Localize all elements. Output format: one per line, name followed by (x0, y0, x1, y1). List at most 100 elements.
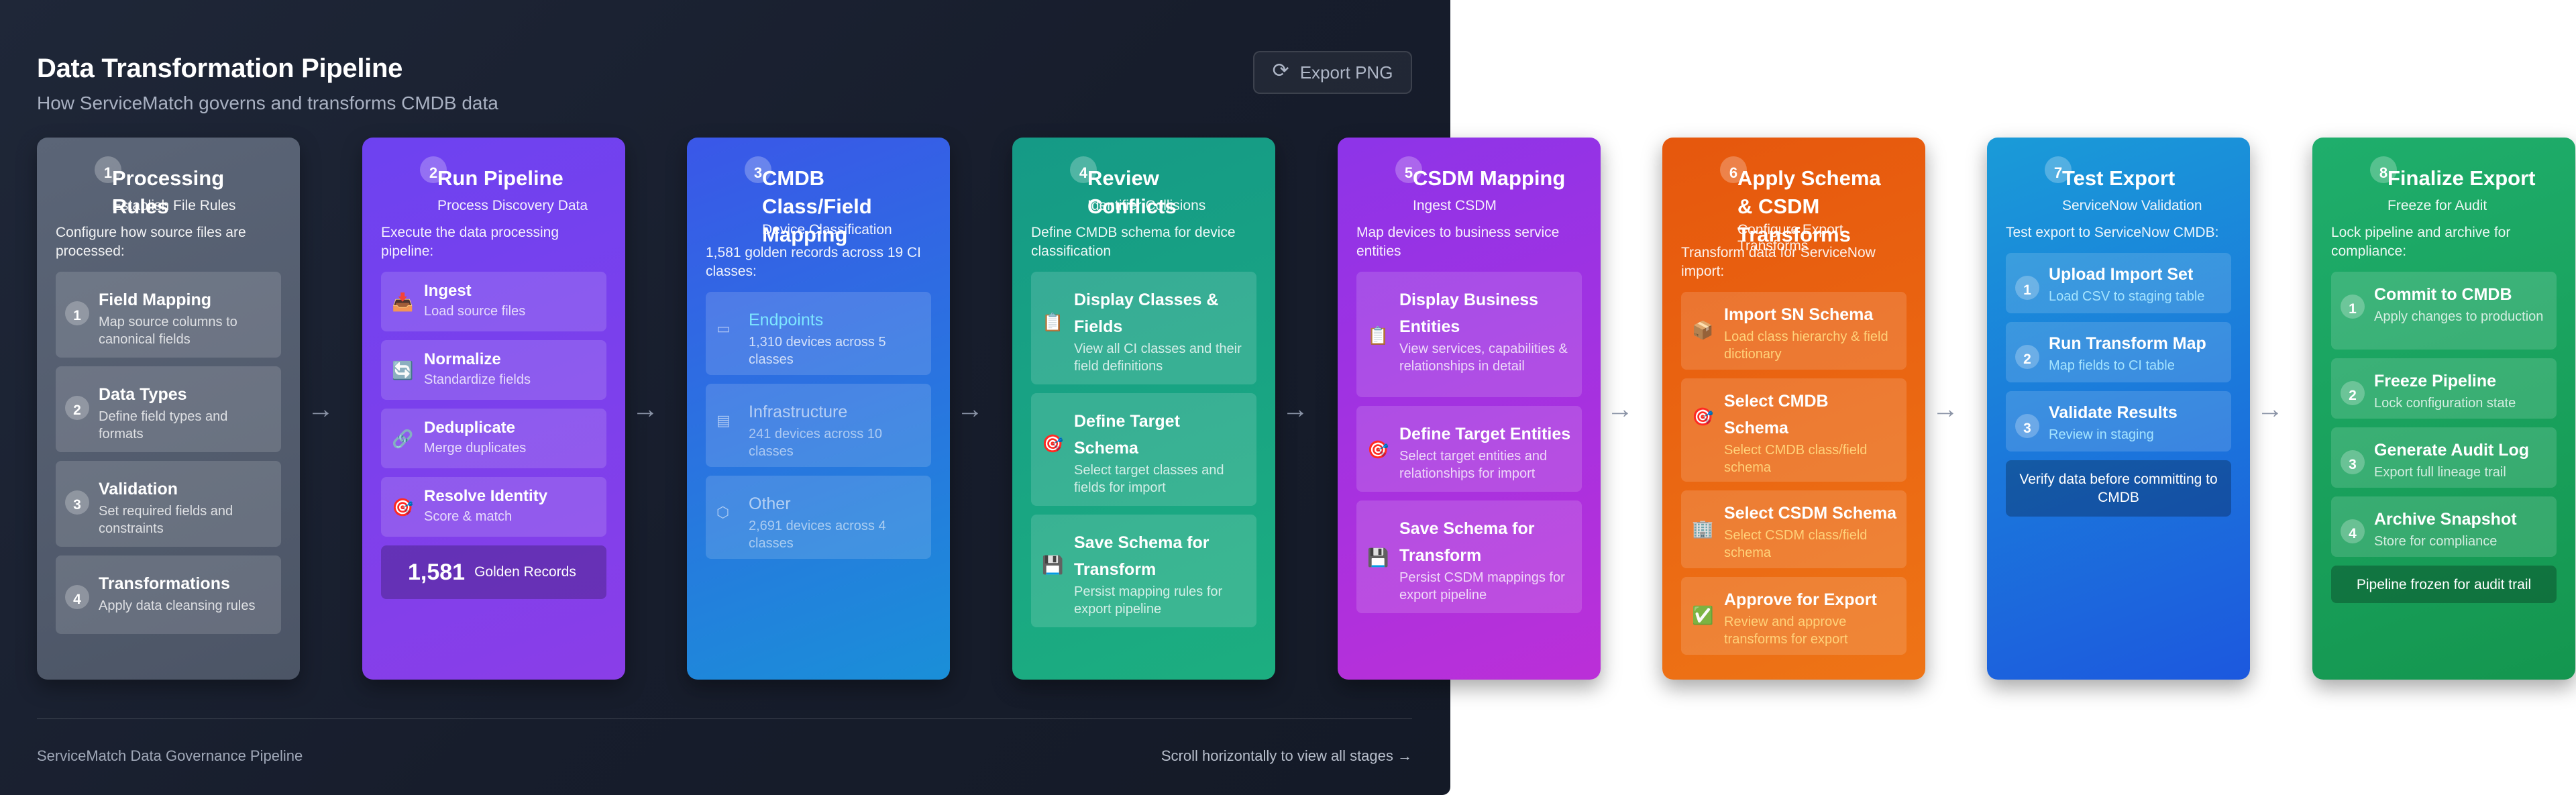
step-title: Deduplicate (424, 419, 516, 437)
stage-step[interactable]: 🏢 Select CSDM Schema Select CSDM class/fie… (1681, 490, 1907, 568)
step-description: Define field types and formats (99, 409, 228, 441)
stage-title: Test Export (2062, 166, 2176, 190)
stage-header: 6 Apply Schema & CSDM Transforms Configure… (1681, 138, 1907, 254)
footer-caption: ServiceMatch Data Governance Pipeline (37, 747, 303, 764)
stage-step[interactable]: 3 Validation Set required fields and const… (56, 461, 281, 547)
step-title: Archive Snapshot (2374, 510, 2517, 529)
step-icon: 🎯 (1367, 439, 1389, 460)
stage-step-list: 📦 Import SN Schema Load class hierarchy & … (1681, 292, 1907, 655)
step-description: Persist mapping rules for export pipelin… (1074, 584, 1223, 617)
stage-step[interactable]: 📥 Ingest Load source files (381, 272, 606, 331)
stage-step[interactable]: 2 Run Transform Map Map fields to CI table (2006, 322, 2231, 382)
stage-step[interactable]: 🎯 Select CMDB Schema Select CMDB class/fie… (1681, 378, 1907, 482)
pipeline-stage-card[interactable]: 6 Apply Schema & CSDM Transforms Configure… (1662, 138, 1925, 680)
golden-records-count: 1,581 (408, 559, 466, 585)
stage-step-list: 1 Field Mapping Map source columns to cano… (56, 272, 281, 634)
pipeline-stage-card[interactable]: 7 Test Export ServiceNow Validation Test ex… (1987, 138, 2250, 680)
step-icon: 🔄 (392, 360, 414, 380)
stage-subtitle: Ingest CSDM (1413, 198, 1497, 213)
stage-description: Execute the data processing pipeline: (381, 225, 559, 259)
page-subtitle: How ServiceMatch governs and transforms … (37, 93, 498, 113)
stage-body: Define CMDB schema for device classifica… (1031, 223, 1256, 627)
step-description: Load source files (424, 304, 526, 319)
stage-step[interactable]: ⬡ Other 2,691 devices across 4 classes (706, 476, 931, 559)
golden-records-summary: 1,581 Golden Records (381, 545, 606, 599)
pipeline-stage-card[interactable]: 1 Processing Rules Establish File Rules Con… (37, 138, 300, 680)
stage-step[interactable]: ✅ Approve for Export Review and approve tr… (1681, 577, 1907, 655)
step-description: Merge duplicates (424, 441, 527, 456)
stage-step[interactable]: 1 Field Mapping Map source columns to cano… (56, 272, 281, 358)
stage-step[interactable]: 🔗 Deduplicate Merge duplicates (381, 409, 606, 468)
stage-step[interactable]: 🎯 Resolve Identity Score & match (381, 477, 606, 537)
pipeline-stage-card[interactable]: 4 Review Conflicts Identifier Collisions De… (1012, 138, 1275, 680)
stage-subtitle: Process Discovery Data (437, 198, 588, 213)
step-icon: 🎯 (1042, 433, 1064, 454)
stage-arrow-icon: → (2257, 394, 2284, 424)
stage-description: Define CMDB schema for device classifica… (1031, 225, 1236, 259)
stage-header: 4 Review Conflicts Identifier Collisions (1031, 138, 1256, 218)
stage-header: 2 Run Pipeline Process Discovery Data (381, 138, 606, 218)
stage-description: Lock pipeline and archive for compliance… (2331, 225, 2511, 259)
step-number-badge: 2 (2341, 381, 2365, 405)
step-icon: 🎯 (392, 497, 414, 517)
step-description: Standardize fields (424, 372, 531, 387)
step-description: Export full lineage trail (2374, 465, 2506, 480)
stage-body: Transform data for ServiceNow import: 📦 Im… (1681, 244, 1907, 655)
stage-step[interactable]: 4 Transformations Apply data cleansing rul… (56, 555, 281, 634)
stage-step[interactable]: 📦 Import SN Schema Load class hierarchy & … (1681, 292, 1907, 370)
stage-step[interactable]: 📋 Display Business Entities View services,… (1356, 272, 1582, 397)
step-title: Field Mapping (99, 290, 212, 309)
step-title: Infrastructure (749, 403, 848, 421)
step-title: Save Schema for Transform (1074, 533, 1210, 579)
stage-step-list: 1 Upload Import Set Load CSV to staging ta… (2006, 253, 2231, 452)
stage-step[interactable]: 🎯 Define Target Entities Select target ent… (1356, 406, 1582, 492)
step-title: Upload Import Set (2049, 265, 2194, 284)
stage-step[interactable]: 💾 Save Schema for Transform Persist CSDM m… (1356, 500, 1582, 613)
stage-note: Pipeline frozen for audit trail (2331, 566, 2557, 603)
refresh-icon: ⟳ (1272, 59, 1289, 82)
stage-step[interactable]: 2 Data Types Define field types and format… (56, 366, 281, 452)
stage-step[interactable]: 📋 Display Classes & Fields View all CI cla… (1031, 272, 1256, 384)
stage-note: Verify data before committing to CMDB (2006, 460, 2231, 517)
pipeline-stage-card[interactable]: 8 Finalize Export Freeze for Audit Lock pip… (2312, 138, 2575, 680)
stage-step[interactable]: 🔄 Normalize Standardize fields (381, 340, 606, 400)
step-icon: 📋 (1042, 312, 1064, 332)
pipeline-stage-card[interactable]: 3 CMDB Class/Field Mapping Device Classifi… (687, 138, 950, 680)
step-description: Map fields to CI table (2049, 358, 2175, 373)
stage-arrow-icon: → (957, 394, 983, 424)
page-title: Data Transformation Pipeline (37, 54, 403, 83)
stage-step[interactable]: 🎯 Define Target Schema Select target class… (1031, 393, 1256, 506)
step-icon: 🏢 (1692, 519, 1714, 539)
step-icon: 💾 (1042, 555, 1064, 575)
pipeline-stage-card[interactable]: 2 Run Pipeline Process Discovery Data Execu… (362, 138, 625, 680)
step-description: Set required fields and constraints (99, 504, 233, 536)
export-png-button[interactable]: ⟳ Export PNG (1253, 51, 1412, 94)
step-description: Store for compliance (2374, 534, 2498, 549)
stage-description: Configure how source files are processed… (56, 225, 246, 259)
stage-step[interactable]: ▤ Infrastructure 241 devices across 10 cla… (706, 384, 931, 467)
stage-header: 8 Finalize Export Freeze for Audit (2331, 138, 2557, 218)
stage-arrow-icon: → (1607, 394, 1633, 424)
step-title: Define Target Schema (1074, 412, 1180, 458)
stage-description: Test export to ServiceNow CMDB: (2006, 225, 2219, 240)
stage-step[interactable]: 3 Validate Results Review in staging (2006, 391, 2231, 452)
step-number-badge: 1 (65, 301, 89, 325)
stage-step[interactable]: 4 Archive Snapshot Store for compliance (2331, 496, 2557, 557)
stage-step[interactable]: 2 Freeze Pipeline Lock configuration state (2331, 358, 2557, 419)
stage-body: Map devices to business service entities… (1356, 223, 1582, 613)
stage-step[interactable]: ▭ Endpoints 1,310 devices across 5 classes (706, 292, 931, 375)
step-title: Validate Results (2049, 403, 2178, 422)
step-description: Load CSV to staging table (2049, 289, 2205, 304)
stage-header: 3 CMDB Class/Field Mapping Device Classifi… (706, 138, 931, 246)
step-number-badge: 4 (2341, 519, 2365, 543)
pipeline-stage-card[interactable]: 5 CSDM Mapping Ingest CSDM Map devices to b… (1338, 138, 1601, 680)
stage-step[interactable]: 1 Commit to CMDB Apply changes to producti… (2331, 272, 2557, 350)
step-description: Select CMDB class/field schema (1724, 443, 1868, 475)
stage-arrow-icon: → (1932, 394, 1959, 424)
step-description: Review and approve transforms for export (1724, 615, 1848, 647)
stage-step[interactable]: 💾 Save Schema for Transform Persist mappin… (1031, 515, 1256, 627)
stage-step[interactable]: 3 Generate Audit Log Export full lineage t… (2331, 427, 2557, 488)
step-description: 241 devices across 10 classes (749, 427, 883, 459)
step-icon: 🎯 (1692, 407, 1714, 427)
stage-step[interactable]: 1 Upload Import Set Load CSV to staging ta… (2006, 253, 2231, 313)
